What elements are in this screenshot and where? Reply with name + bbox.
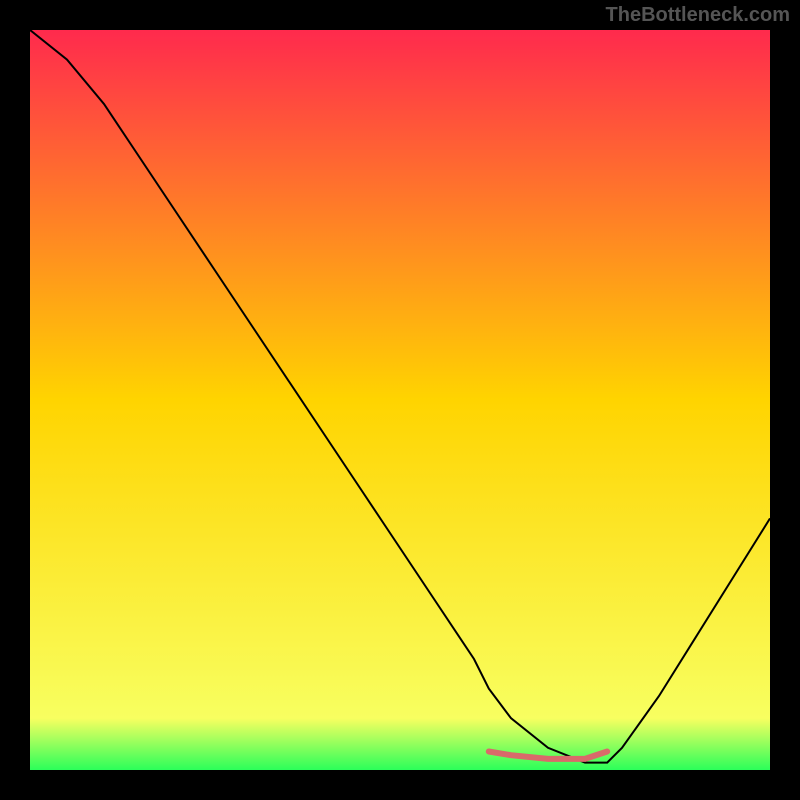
watermark-text: TheBottleneck.com xyxy=(606,4,790,27)
chart-plot-area xyxy=(30,30,770,770)
gradient-background xyxy=(30,30,770,770)
chart-svg xyxy=(30,30,770,770)
